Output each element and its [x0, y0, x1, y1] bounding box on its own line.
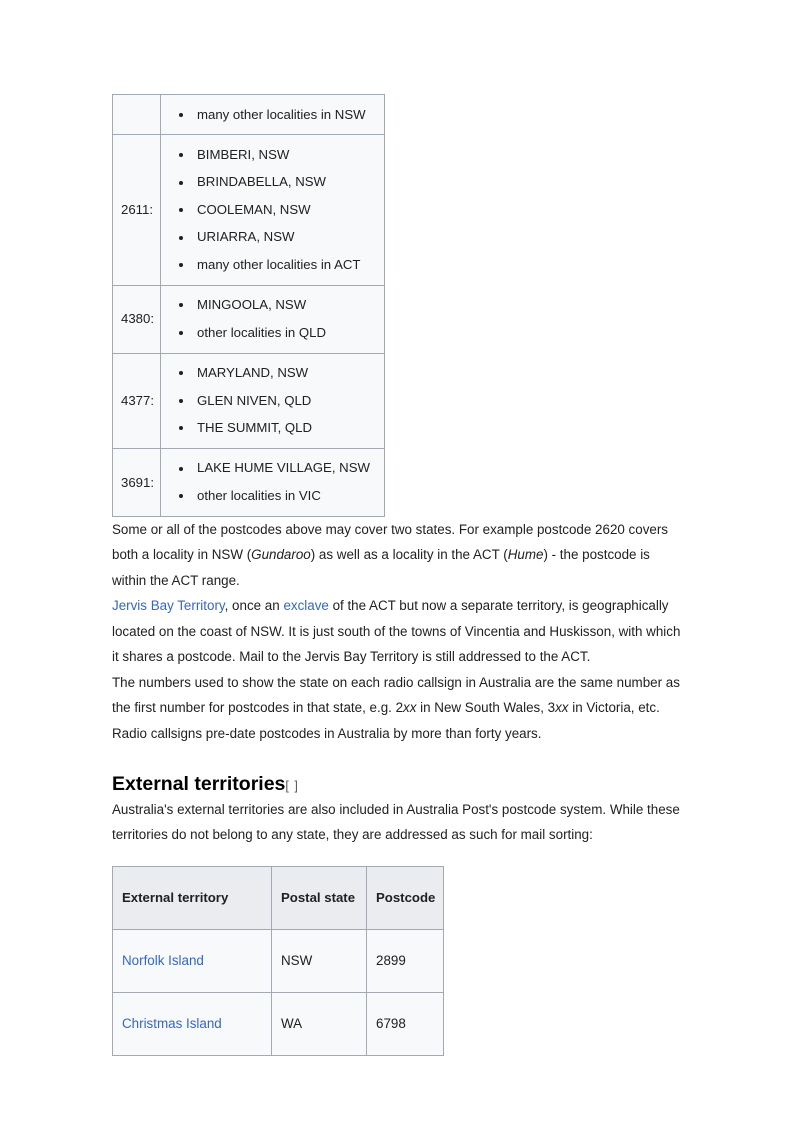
text-run: ) as well as a locality in the ACT ( [310, 547, 508, 563]
table-row: Norfolk Island NSW 2899 [112, 928, 444, 993]
postcode-label: 4377: [112, 352, 161, 449]
cell-postal-state: WA [271, 991, 367, 1056]
list-item: other localities in VIC [179, 482, 378, 509]
link-norfolk-island[interactable]: Norfolk Island [122, 953, 204, 968]
text-run: in New South Wales, 3 [416, 700, 556, 716]
locality-list-cell: many other localities in NSW [160, 93, 385, 136]
paragraph-external-intro: Australia's external territories are als… [112, 801, 680, 843]
locality-list-cell: BIMBERI, NSW BRINDABELLA, NSW COOLEMAN, … [160, 134, 385, 286]
section-heading-external-territories: External territories[ ] [112, 772, 682, 796]
link-jervis-bay-territory[interactable]: Jervis Bay Territory [112, 598, 225, 613]
cell-postcode: 6798 [366, 991, 444, 1056]
italic-hume: Hume [507, 547, 544, 563]
list-item: GLEN NIVEN, QLD [179, 387, 378, 414]
list-item: MINGOOLA, NSW [179, 292, 378, 319]
list-item: THE SUMMIT, QLD [179, 415, 378, 442]
locality-list: BIMBERI, NSW BRINDABELLA, NSW COOLEMAN, … [161, 141, 378, 278]
paragraph-two-states: Some or all of the postcodes above may c… [112, 517, 682, 594]
table-row: Christmas Island WA 6798 [112, 991, 444, 1056]
external-territories-table: External territory Postal state Postcode… [112, 865, 444, 1056]
table-row: 2611: BIMBERI, NSW BRINDABELLA, NSW COOL… [112, 134, 385, 286]
postcode-label: 3691: [112, 447, 161, 517]
list-item: LAKE HUME VILLAGE, NSW [179, 455, 378, 482]
table-header-row: External territory Postal state Postcode [112, 865, 444, 930]
link-christmas-island[interactable]: Christmas Island [122, 1016, 222, 1031]
paragraph-jervis-bay: Jervis Bay Territory, once an exclave of… [112, 593, 682, 670]
link-exclave[interactable]: exclave [283, 598, 328, 613]
postcode-label: 2611: [112, 134, 161, 286]
table-row: 3691: LAKE HUME VILLAGE, NSW other local… [112, 447, 385, 517]
table-row: 4380: MINGOOLA, NSW other localities in … [112, 284, 385, 354]
italic-gundaroo: Gundaroo [251, 547, 311, 563]
table-row: many other localities in NSW [112, 93, 385, 136]
territory-table-body: Norfolk Island NSW 2899 Christmas Island… [112, 928, 444, 1056]
locality-list-cell: MINGOOLA, NSW other localities in QLD [160, 284, 385, 354]
list-item: many other localities in NSW [179, 101, 378, 128]
list-item: COOLEMAN, NSW [179, 196, 378, 223]
table-row: 4377: MARYLAND, NSW GLEN NIVEN, QLD THE … [112, 352, 385, 449]
postcode-label: 4380: [112, 284, 161, 354]
list-item: BIMBERI, NSW [179, 141, 378, 168]
article-content: many other localities in NSW 2611: BIMBE… [112, 93, 682, 1056]
cell-postal-state: NSW [271, 928, 367, 993]
locality-list: many other localities in NSW [161, 101, 378, 128]
locality-list-cell: MARYLAND, NSW GLEN NIVEN, QLD THE SUMMIT… [160, 352, 385, 449]
cell-territory: Christmas Island [112, 991, 272, 1056]
territory-table-head: External territory Postal state Postcode [112, 865, 444, 930]
cell-territory: Norfolk Island [112, 928, 272, 993]
list-item: BRINDABELLA, NSW [179, 169, 378, 196]
list-item: MARYLAND, NSW [179, 360, 378, 387]
edit-section-bracket[interactable]: [ ] [285, 779, 298, 793]
column-header-external-territory: External territory [112, 865, 272, 930]
locality-list-cell: LAKE HUME VILLAGE, NSW other localities … [160, 447, 385, 517]
column-header-postcode: Postcode [366, 865, 444, 930]
text-run: , once an [224, 598, 284, 614]
postcode-table-body: many other localities in NSW 2611: BIMBE… [112, 93, 385, 517]
italic-xx-nsw: xx [403, 700, 417, 716]
cell-postcode: 2899 [366, 928, 444, 993]
locality-list: LAKE HUME VILLAGE, NSW other localities … [161, 455, 378, 510]
italic-xx-vic: xx [555, 700, 569, 716]
paragraph-radio-callsigns: The numbers used to show the state on ea… [112, 670, 682, 747]
postcode-label [112, 93, 161, 136]
column-header-postal-state: Postal state [271, 865, 367, 930]
locality-list: MINGOOLA, NSW other localities in QLD [161, 292, 378, 347]
list-item: other localities in QLD [179, 319, 378, 346]
list-item: URIARRA, NSW [179, 224, 378, 251]
postcode-localities-table: many other localities in NSW 2611: BIMBE… [112, 93, 385, 517]
locality-list: MARYLAND, NSW GLEN NIVEN, QLD THE SUMMIT… [161, 360, 378, 442]
list-item: many other localities in ACT [179, 251, 378, 278]
heading-text: External territories [112, 773, 286, 796]
